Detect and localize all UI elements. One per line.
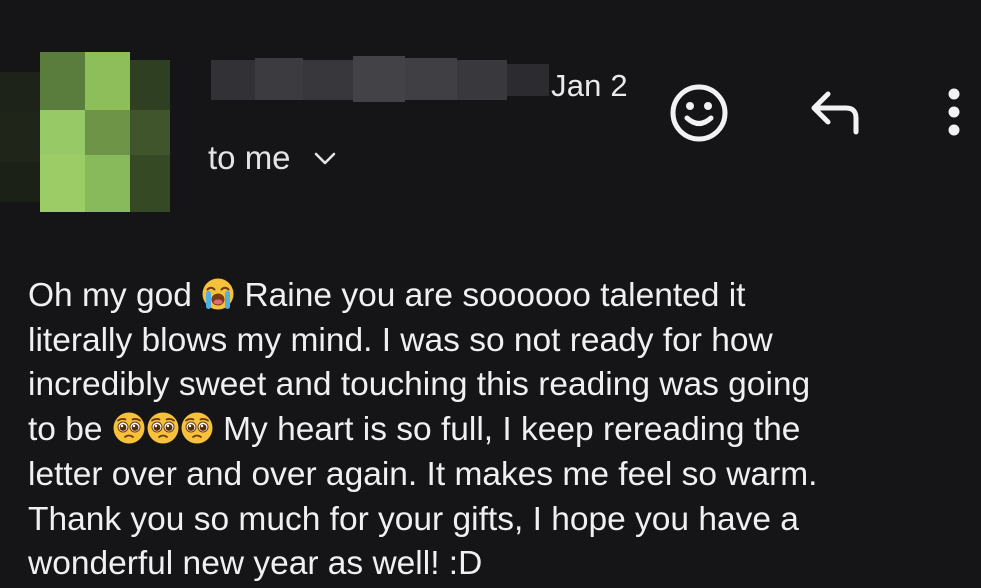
message-line: literally blows my mind. I was so not re…: [28, 321, 773, 359]
message-line: to be My heart is so full, I keep reread…: [28, 408, 968, 453]
message-date: Jan 2: [551, 68, 628, 103]
recipient-details-toggle[interactable]: to me: [208, 138, 337, 178]
smiley-icon: [670, 84, 728, 142]
pleading-face-emoji: [181, 412, 213, 444]
more-vertical-icon: [948, 88, 960, 136]
message-line: Oh my god Raine you are soooooo talented…: [28, 274, 968, 319]
message-text: to be: [28, 411, 103, 449]
message-text: My heart is so full, I keep rereading th…: [223, 411, 801, 449]
message-text: Raine you are soooooo talented it: [244, 277, 746, 314]
sender-avatar[interactable]: [0, 52, 170, 212]
message-body: Oh my god Raine you are soooooo talented…: [28, 274, 968, 587]
message-text: Oh my god: [28, 277, 192, 314]
loudly-crying-face-emoji: [202, 278, 234, 310]
recipient-label: to me: [208, 139, 291, 176]
more-options-button[interactable]: [936, 84, 972, 140]
pleading-face-emoji: [113, 412, 145, 444]
sender-name: [211, 56, 549, 102]
message-line: incredibly sweet and touching this readi…: [28, 366, 811, 404]
message-line: Thank you so much for your gifts, I hope…: [28, 500, 799, 538]
message-line: wonderful new year as well! :D: [28, 545, 483, 583]
reply-button[interactable]: [806, 88, 866, 136]
avatar-blurred: [0, 52, 170, 212]
chevron-down-icon: [314, 152, 335, 165]
add-reaction-button[interactable]: [668, 82, 730, 144]
message-line: letter over and over again. It makes me …: [28, 455, 818, 493]
pleading-face-emoji: [147, 412, 179, 444]
sender-name-blurred: [211, 56, 549, 102]
reply-arrow-icon: [811, 91, 859, 135]
